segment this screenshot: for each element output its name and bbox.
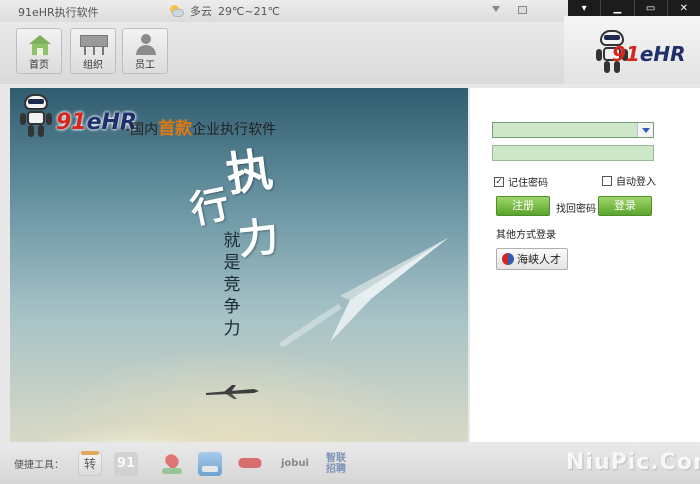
home-icon xyxy=(29,35,51,55)
password-field[interactable] xyxy=(492,145,654,161)
calligraphy-char: 执 xyxy=(222,142,276,202)
haixia-talent-login-button[interactable]: 海峡人才 xyxy=(496,248,568,270)
remember-password-checkbox[interactable]: ✓ 记住密码 xyxy=(494,174,548,189)
calligraphy-char: 行 xyxy=(186,180,233,233)
weather-condition: 多云 xyxy=(190,5,212,18)
calendar-transfer-icon[interactable]: 转 xyxy=(78,451,102,476)
checkbox-empty-icon[interactable] xyxy=(602,175,612,186)
maximize-button[interactable]: ▭ xyxy=(635,0,668,16)
checkmark-icon[interactable]: ✓ xyxy=(494,176,504,187)
flag-icon[interactable] xyxy=(238,452,262,476)
vertical-slogan: 就 是 竞 争 力 xyxy=(223,231,241,339)
zhilian-recruit-icon[interactable]: 智联招聘 xyxy=(322,452,350,476)
weather-temperature: 29℃~21℃ xyxy=(218,4,280,18)
auto-login-checkbox[interactable]: 自动登入 xyxy=(602,173,656,188)
login-button[interactable]: 登录 xyxy=(598,196,652,216)
staff-label: 员工 xyxy=(135,60,155,71)
jobui-icon[interactable]: jobui xyxy=(280,452,310,476)
dropdown-icon[interactable] xyxy=(492,6,500,12)
window-controls: ▾ ▁ ▭ ✕ xyxy=(568,0,700,16)
logo-panel: 91eHR xyxy=(564,16,700,84)
minimize-button[interactable]: ▁ xyxy=(601,0,635,16)
menu-button[interactable]: ▾ xyxy=(568,0,602,16)
paper-plane-icon xyxy=(280,238,448,346)
message-icon[interactable] xyxy=(518,6,527,14)
app-title: 91eHR执行软件 xyxy=(18,6,99,19)
map-pin-icon[interactable] xyxy=(160,451,184,476)
auto-login-label: 自动登入 xyxy=(616,177,656,188)
login-panel: ✓ 记住密码 自动登入 注册 找回密码 登录 其他方式登录 海峡人才 xyxy=(470,88,700,442)
quick-tools-bar: 便捷工具： 转 91 jobui 智联招聘 NiuPic.Com xyxy=(0,444,700,484)
haixia-talent-label: 海峡人才 xyxy=(517,253,561,266)
chevron-down-icon[interactable] xyxy=(637,123,653,137)
person-icon xyxy=(135,34,157,56)
organization-label: 组织 xyxy=(83,60,103,71)
organization-button[interactable]: 组织 xyxy=(70,28,116,74)
weather-widget[interactable]: 多云 29℃~21℃ xyxy=(168,3,280,19)
drive-icon[interactable] xyxy=(198,452,222,476)
promo-banner: 91eHR --国内首款企业执行软件 执 行 力 就 是 竞 争 力 xyxy=(10,88,468,442)
robot-mascot-icon xyxy=(18,94,54,138)
partly-cloudy-icon xyxy=(168,4,184,18)
watermark: NiuPic.Com xyxy=(566,450,700,475)
register-button[interactable]: 注册 xyxy=(496,196,550,216)
haixia-logo-icon xyxy=(502,253,514,265)
quick-tools-label: 便捷工具： xyxy=(14,460,64,471)
other-login-label: 其他方式登录 xyxy=(496,230,556,241)
main-toolbar: 首页 组织 员工 xyxy=(0,22,564,84)
staff-button[interactable]: 员工 xyxy=(122,28,168,74)
tool-91-icon[interactable]: 91 xyxy=(114,452,138,476)
close-button[interactable]: ✕ xyxy=(668,0,700,16)
organization-icon xyxy=(80,35,108,55)
logo: 91eHR xyxy=(612,42,686,66)
home-button[interactable]: 首页 xyxy=(16,28,62,74)
account-select[interactable] xyxy=(492,122,654,138)
find-password-link[interactable]: 找回密码 xyxy=(556,200,596,215)
remember-password-label: 记住密码 xyxy=(508,178,548,189)
home-label: 首页 xyxy=(29,60,49,71)
airplane-icon xyxy=(206,385,259,399)
